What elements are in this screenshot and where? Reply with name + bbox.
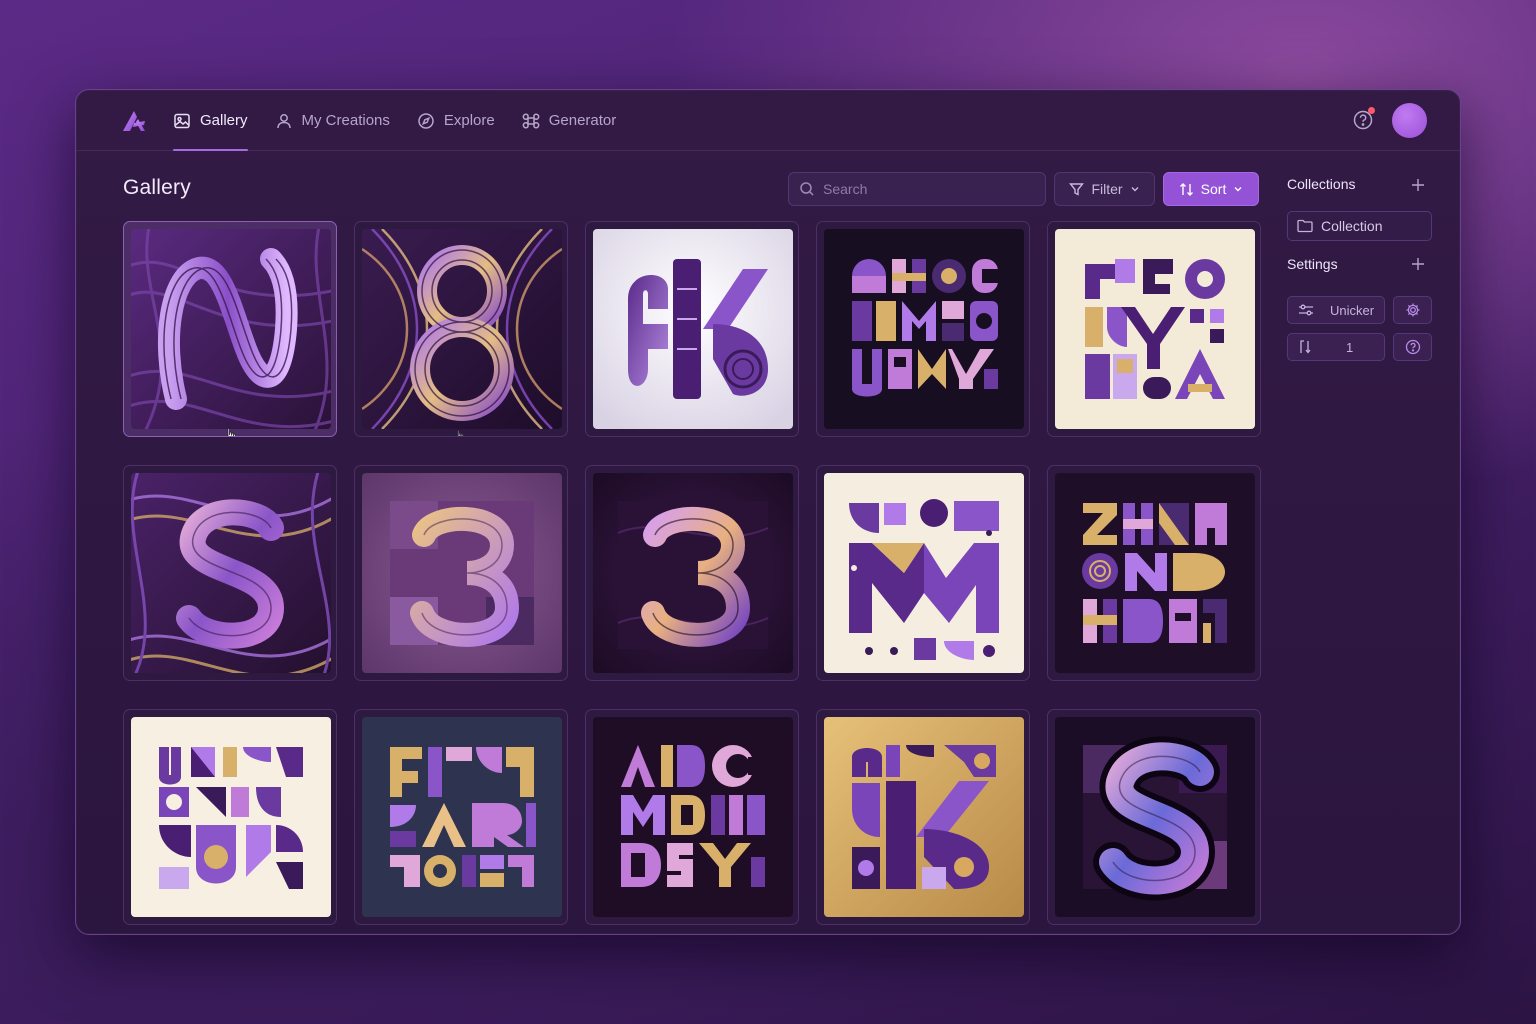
nav-tab-label: Explore [443,112,495,129]
filter-icon [1069,182,1085,196]
page-title: Gallery [123,176,191,199]
search-icon [800,182,814,196]
gallery-tile[interactable] [816,221,1030,437]
gallery-tile[interactable] [585,465,799,681]
gallery-tile[interactable] [1047,709,1261,925]
gallery-tile[interactable] [1047,465,1261,681]
artwork-image [362,717,562,917]
top-navigation-bar: Gallery My Creations Explore Generator [76,90,1460,151]
artwork-image [593,717,793,917]
gallery-tile[interactable] [354,465,568,681]
filter-button[interactable]: Filter [1054,172,1155,206]
add-collection-icon[interactable] [1410,177,1426,193]
notification-dot [1368,107,1375,114]
artwork-image [131,229,331,429]
setting-chip-label: Unicker [1330,302,1375,318]
nav-tab-gallery[interactable]: Gallery [173,90,248,151]
nav-tab-label: Gallery [200,112,248,129]
search-input[interactable] [823,181,1023,197]
artwork-image [824,717,1024,917]
gallery-tile[interactable] [354,221,568,437]
gallery-grid [123,221,1261,927]
sort-label: Sort [1200,181,1227,197]
nav-tab-generator[interactable]: Generator [522,90,617,151]
sort-icon [1179,182,1193,196]
gear-icon [1406,303,1419,317]
artwork-image [824,473,1024,673]
setting-chip-value[interactable]: 1 [1287,333,1385,361]
folder-icon [1297,219,1313,233]
command-icon [522,113,540,128]
collections-heading: Collections [1287,176,1356,192]
collection-item[interactable]: Collection [1287,211,1432,241]
artwork-image [593,473,793,673]
nav-tab-label: My Creations [301,112,390,129]
nav-tab-my-creations[interactable]: My Creations [275,90,390,151]
gallery-tile[interactable] [123,465,337,681]
monogram-a-logo[interactable] [120,107,148,135]
app-window: Gallery My Creations Explore Generator G… [75,89,1461,935]
gallery-tile[interactable] [585,221,799,437]
artwork-image [1055,229,1255,429]
sort-button[interactable]: Sort [1163,172,1259,206]
chevron-down-icon [1234,187,1242,192]
user-avatar[interactable] [1392,103,1427,138]
main-nav: Gallery My Creations Explore Generator [173,90,643,151]
help-button[interactable] [1393,333,1432,361]
user-icon [276,113,291,128]
image-icon [174,113,190,128]
gallery-tile[interactable] [354,709,568,925]
artwork-image [1055,473,1255,673]
gallery-tile[interactable] [123,709,337,925]
nav-tab-label: Generator [548,112,617,129]
bracket-arrow-icon [1300,340,1311,354]
artwork-image [824,229,1024,429]
setting-chip-unicker[interactable]: Unicker [1287,296,1385,324]
gear-button[interactable] [1393,296,1432,324]
setting-chip-label: 1 [1346,339,1354,355]
chevron-down-icon [1131,187,1139,192]
gallery-tile[interactable] [123,221,337,437]
artwork-image [1055,717,1255,917]
gallery-tile[interactable] [816,465,1030,681]
artwork-image [362,473,562,673]
artwork-image [362,229,562,429]
compass-icon [418,112,434,129]
gallery-tile[interactable] [816,709,1030,925]
filter-label: Filter [1091,181,1123,197]
settings-heading: Settings [1287,256,1338,272]
artwork-image [593,229,793,429]
help-icon [1405,339,1420,355]
search-box[interactable] [788,172,1046,206]
gallery-tile[interactable] [1047,221,1261,437]
sliders-icon [1299,304,1313,316]
gallery-tile[interactable] [585,709,799,925]
hand-cursor-icon [456,430,464,436]
artwork-image [131,473,331,673]
collection-label: Collection [1321,218,1383,234]
artwork-image [131,717,331,917]
hand-cursor-icon [225,428,236,436]
add-setting-icon[interactable] [1410,256,1426,272]
nav-tab-explore[interactable]: Explore [417,90,495,151]
